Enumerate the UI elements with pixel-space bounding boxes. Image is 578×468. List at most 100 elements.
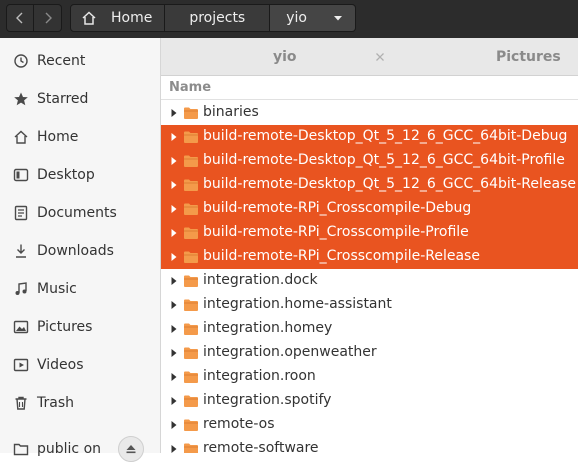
expander-icon[interactable]: [170, 132, 178, 142]
tab-bar: yio Pictures: [161, 38, 578, 76]
file-name: integration.homey: [203, 320, 333, 336]
eject-button[interactable]: [118, 436, 144, 462]
list-item[interactable]: build-remote-Desktop_Qt_5_12_6_GCC_64bit…: [161, 125, 578, 149]
expander-icon[interactable]: [170, 156, 178, 166]
list-item[interactable]: integration.dock: [161, 269, 578, 293]
chevron-down-icon[interactable]: [333, 13, 343, 23]
folder-icon: [184, 155, 198, 167]
expander-icon[interactable]: [170, 204, 178, 214]
folder-icon: [184, 131, 198, 143]
sidebar-item-documents[interactable]: Documents: [0, 194, 160, 232]
list-item[interactable]: build-remote-RPi_Crosscompile-Profile: [161, 221, 578, 245]
folder-icon: [184, 371, 198, 383]
tab-label: Pictures: [496, 49, 561, 65]
file-name: integration.openweather: [203, 344, 377, 360]
header-bar: Home projects yio: [0, 0, 578, 38]
star-icon: [13, 91, 29, 107]
list-item[interactable]: build-remote-RPi_Crosscompile-Release: [161, 245, 578, 269]
folder-icon: [184, 419, 198, 431]
list-item[interactable]: build-remote-Desktop_Qt_5_12_6_GCC_64bit…: [161, 149, 578, 173]
music-icon: [13, 281, 29, 297]
list-item[interactable]: integration.homey: [161, 317, 578, 341]
expander-icon[interactable]: [170, 108, 178, 118]
file-name: integration.dock: [203, 272, 318, 288]
breadcrumb-projects-label: projects: [189, 10, 246, 26]
home-icon: [82, 11, 96, 25]
back-button[interactable]: [6, 4, 34, 32]
desktop-icon: [13, 167, 29, 183]
breadcrumb-yio[interactable]: yio: [270, 4, 356, 32]
sidebar-item-videos[interactable]: Videos: [0, 346, 160, 384]
file-name: integration.roon: [203, 368, 316, 384]
list-item[interactable]: build-remote-Desktop_Qt_5_12_6_GCC_64bit…: [161, 173, 578, 197]
column-header-name[interactable]: Name: [161, 76, 578, 100]
expander-icon[interactable]: [170, 372, 178, 382]
file-name: build-remote-RPi_Crosscompile-Profile: [203, 224, 469, 240]
breadcrumb-projects[interactable]: projects: [165, 4, 271, 32]
expander-icon[interactable]: [170, 324, 178, 334]
folder-icon: [184, 395, 198, 407]
list-item[interactable]: integration.spotify: [161, 389, 578, 413]
expander-icon[interactable]: [170, 228, 178, 238]
file-list: binaries build-remote-Desktop_Qt_5_12_6_G…: [161, 100, 578, 453]
folder-icon: [184, 203, 198, 215]
breadcrumb-home-label: Home: [111, 10, 153, 26]
folder-icon: [184, 275, 198, 287]
sidebar-item-label: Downloads: [37, 243, 114, 259]
breadcrumb-yio-label: yio: [286, 10, 307, 26]
sidebar-item-label: Desktop: [37, 167, 95, 183]
expander-icon[interactable]: [170, 252, 178, 262]
breadcrumb-home[interactable]: Home: [70, 4, 166, 32]
clock-icon: [13, 53, 29, 69]
file-name: build-remote-Desktop_Qt_5_12_6_GCC_64bit…: [203, 152, 565, 168]
breadcrumb: Home projects yio: [70, 4, 356, 32]
eject-icon: [126, 445, 136, 454]
home-icon: [13, 129, 29, 145]
expander-icon[interactable]: [170, 300, 178, 310]
list-item[interactable]: build-remote-RPi_Crosscompile-Debug: [161, 197, 578, 221]
list-item[interactable]: integration.roon: [161, 365, 578, 389]
sidebar-item-recent[interactable]: Recent: [0, 42, 160, 80]
folder-icon: [184, 443, 198, 453]
sidebar-item-music[interactable]: Music: [0, 270, 160, 308]
file-name: build-remote-Desktop_Qt_5_12_6_GCC_64bit…: [203, 176, 577, 192]
expander-icon[interactable]: [170, 276, 178, 286]
sidebar-item-label: Videos: [37, 357, 84, 373]
folder-icon: [184, 107, 198, 119]
tab-label: yio: [273, 49, 297, 65]
folder-icon: [184, 347, 198, 359]
sidebar-item-label: Trash: [37, 395, 74, 411]
expander-icon[interactable]: [170, 396, 178, 406]
sidebar-item-pictures[interactable]: Pictures: [0, 308, 160, 346]
list-item[interactable]: remote-software: [161, 437, 578, 453]
list-item[interactable]: integration.openweather: [161, 341, 578, 365]
file-name: binaries: [203, 104, 259, 120]
history-nav: [6, 4, 62, 32]
list-item[interactable]: binaries: [161, 101, 578, 125]
trash-icon: [13, 395, 29, 411]
sidebar: Recent Starred Home Desktop Documents Do…: [0, 38, 161, 462]
file-name: build-remote-RPi_Crosscompile-Debug: [203, 200, 472, 216]
sidebar-item-home[interactable]: Home: [0, 118, 160, 156]
list-item[interactable]: remote-os: [161, 413, 578, 437]
tab-pictures[interactable]: Pictures: [496, 38, 561, 76]
sidebar-item-starred[interactable]: Starred: [0, 80, 160, 118]
sidebar-item-trash[interactable]: Trash: [0, 384, 160, 422]
expander-icon[interactable]: [170, 444, 178, 453]
close-icon[interactable]: [373, 50, 387, 64]
expander-icon[interactable]: [170, 180, 178, 190]
sidebar-item-desktop[interactable]: Desktop: [0, 156, 160, 194]
expander-icon[interactable]: [170, 420, 178, 430]
sidebar-item-downloads[interactable]: Downloads: [0, 232, 160, 270]
file-name: remote-os: [203, 416, 275, 432]
list-item[interactable]: integration.home-assistant: [161, 293, 578, 317]
sidebar-item-label: Pictures: [37, 319, 93, 335]
sidebar-item-label: Documents: [37, 205, 117, 221]
sidebar-item-label: Recent: [37, 53, 86, 69]
tab-yio[interactable]: yio: [273, 38, 297, 76]
sidebar-item-label: public on: [37, 441, 102, 457]
folder-icon: [184, 179, 198, 191]
forward-button[interactable]: [34, 4, 62, 32]
folder-icon: [184, 227, 198, 239]
expander-icon[interactable]: [170, 348, 178, 358]
